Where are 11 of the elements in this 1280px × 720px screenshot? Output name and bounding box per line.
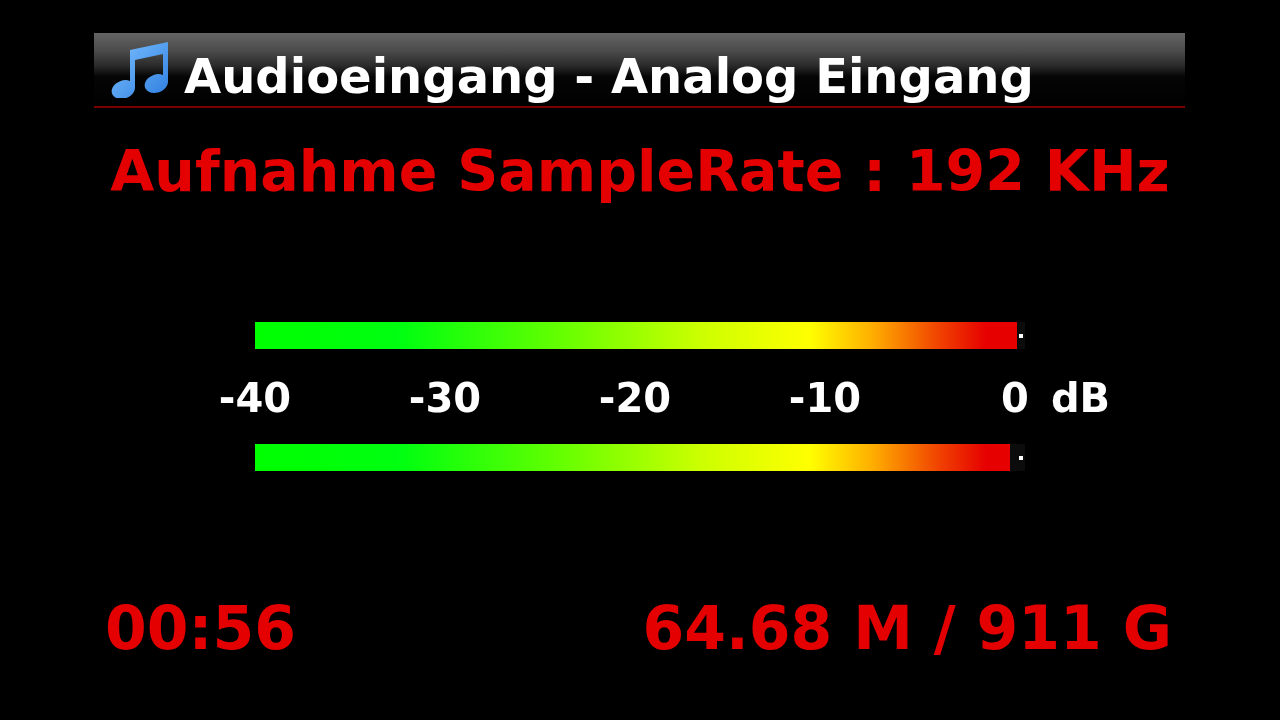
music-note-icon xyxy=(110,42,170,98)
scale-label: -30 xyxy=(408,378,482,418)
scale-label: -20 xyxy=(598,378,672,418)
storage-usage: 64.68 M / 911 G xyxy=(642,598,1172,658)
scale-unit: dB xyxy=(1050,378,1110,418)
peak-marker-icon xyxy=(1019,334,1023,338)
elapsed-time: 00:56 xyxy=(105,598,296,658)
scale-label: 0 xyxy=(1001,378,1029,418)
scale-label: -40 xyxy=(218,378,292,418)
peak-marker-icon xyxy=(1019,456,1023,460)
scale-label: -10 xyxy=(788,378,862,418)
